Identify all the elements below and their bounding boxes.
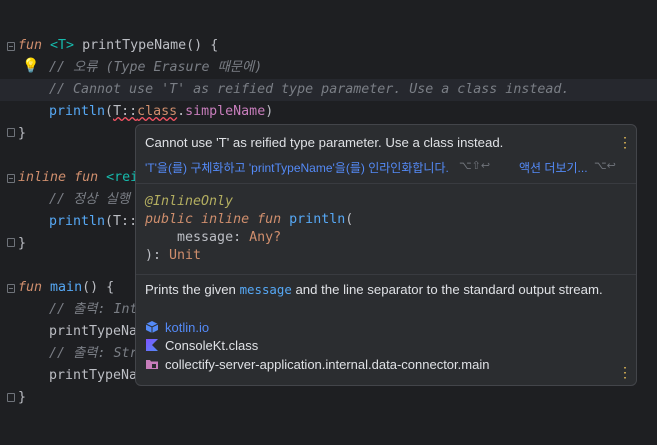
code-line-4[interactable]: println(T::class.simpleName) (49, 102, 273, 122)
more-vertical-icon[interactable]: ⋮ (618, 363, 632, 381)
module-reference[interactable]: kotlin.io (145, 319, 209, 337)
quick-fix-shortcut: ⌥⇧↩ (459, 160, 491, 172)
fold-icon[interactable] (7, 174, 15, 183)
quick-fix-link[interactable]: 'T'을(를) 구체화하고 'printTypeName'을(를) 인라인화합니… (145, 159, 449, 176)
module-icon (146, 360, 158, 369)
fold-icon[interactable] (7, 284, 15, 293)
code-line-2[interactable]: // 오류 (Type Erasure 때문에) (49, 58, 262, 78)
error-keyword[interactable]: class (137, 104, 177, 119)
error-text[interactable]: T:: (113, 104, 137, 119)
code-line-12[interactable]: printTypeNa (49, 322, 137, 342)
code-line-7[interactable]: // 정상 실행 (49, 190, 130, 210)
code-line-13[interactable]: // 출력: Str (49, 344, 138, 364)
code-line-14[interactable]: printTypeNa (49, 366, 137, 386)
code-line-3[interactable]: // Cannot use 'T' as reified type parame… (49, 80, 569, 100)
fold-icon[interactable] (7, 393, 15, 402)
code-line-8[interactable]: println(T:: (49, 212, 137, 232)
package-icon (145, 321, 159, 333)
code-line-9[interactable]: } (18, 234, 26, 254)
class-reference[interactable]: ConsoleKt.class (145, 337, 258, 355)
popup-header: Cannot use 'T' as reified type parameter… (136, 125, 636, 184)
code-line-5[interactable]: } (18, 124, 26, 144)
more-actions-link[interactable]: 액션 더보기... (519, 159, 588, 176)
fold-icon[interactable] (7, 128, 15, 137)
fold-icon[interactable] (7, 238, 15, 247)
more-vertical-icon[interactable]: ⋮ (618, 133, 632, 151)
more-actions-shortcut: ⌥↩ (594, 160, 616, 172)
popup-divider (136, 274, 636, 275)
source-reference[interactable]: collectify-server-application.internal.d… (145, 356, 489, 374)
code-line-15[interactable]: } (18, 388, 26, 408)
kotlin-icon (146, 339, 158, 351)
code-line-10[interactable]: fun main() { (18, 278, 114, 298)
function-signature: @InlineOnly public inline fun println( m… (145, 194, 354, 263)
message-param-link[interactable]: message (240, 282, 292, 297)
code-line-6[interactable]: inline fun <rei (18, 168, 138, 188)
error-message: Cannot use 'T' as reified type parameter… (145, 135, 504, 150)
code-line-1[interactable]: fun <T> printTypeName() { (18, 36, 218, 56)
fold-icon[interactable] (7, 42, 15, 51)
code-line-11[interactable]: // 출력: Int (49, 300, 138, 320)
error-documentation-popup[interactable]: Cannot use 'T' as reified type parameter… (135, 124, 637, 386)
lightbulb-icon[interactable]: 💡 (22, 57, 40, 75)
function-description: Prints the given message and the line se… (145, 282, 603, 297)
